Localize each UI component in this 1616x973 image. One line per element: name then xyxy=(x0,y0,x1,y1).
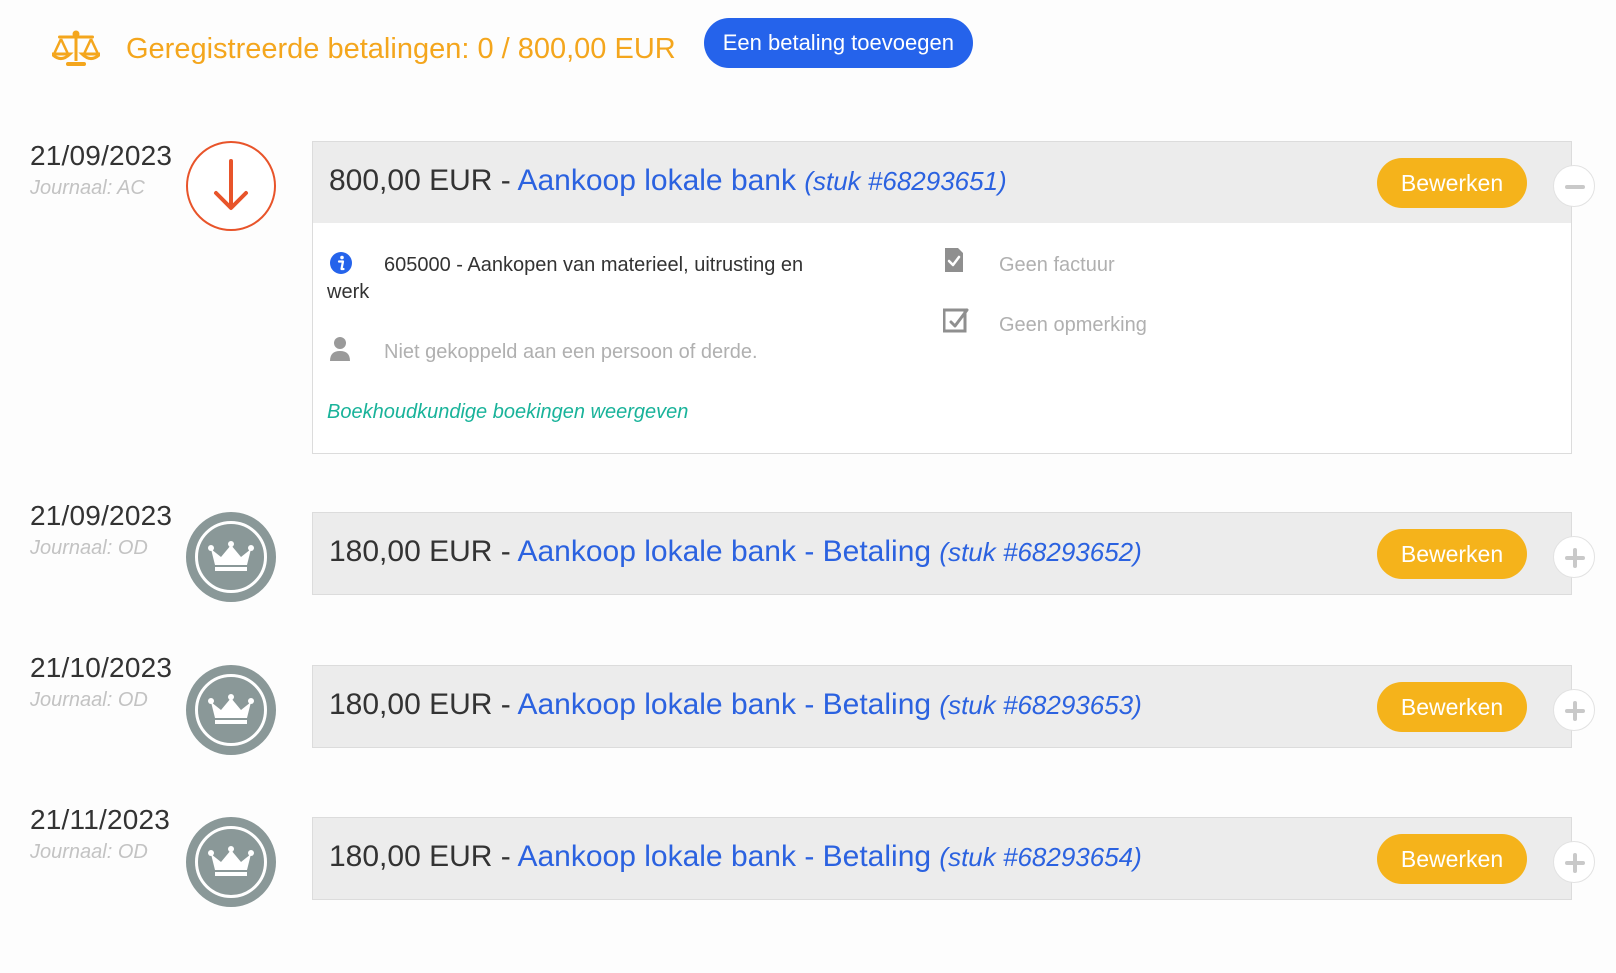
account-label: 605000 - Aankopen van materieel, uitrust… xyxy=(384,254,804,276)
crown-icon xyxy=(208,694,254,724)
entry-reference: (stuk #68293651) xyxy=(804,166,1007,196)
entry-title-link[interactable]: Aankoop lokale bank - Betaling xyxy=(517,535,931,568)
entry-date: 21/11/2023 xyxy=(30,804,171,835)
edit-note-icon xyxy=(943,308,969,333)
entry-type-badge xyxy=(186,817,276,907)
entry-reference: (stuk #68293654) xyxy=(939,842,1142,872)
entry-journal: Journaal: OD xyxy=(30,841,148,863)
minus-icon xyxy=(1565,185,1585,189)
plus-icon xyxy=(1565,701,1585,721)
invoice-status: Geen factuur xyxy=(999,254,1115,276)
entry-title-line: 800,00 EUR - Aankoop lokale bank (stuk #… xyxy=(329,164,1007,197)
entry-title-line: 180,00 EUR - Aankoop lokale bank - Betal… xyxy=(329,688,1142,721)
plus-icon xyxy=(1565,853,1585,873)
scale-icon xyxy=(52,30,100,66)
entry-date: 21/09/2023 xyxy=(30,140,173,171)
expand-toggle[interactable] xyxy=(1553,841,1595,883)
entry-card[interactable]: 180,00 EUR - Aankoop lokale bank - Betal… xyxy=(312,817,1595,900)
entry-title-link[interactable]: Aankoop lokale bank - Betaling xyxy=(517,840,931,873)
entry-journal: Journaal: AC xyxy=(30,177,145,199)
entry-amount: 180,00 EUR xyxy=(329,688,493,721)
payments-header: Geregistreerde betalingen: 0 / 800,00 EU… xyxy=(52,18,973,80)
expand-toggle[interactable] xyxy=(1553,536,1595,578)
edit-button[interactable]: Bewerken xyxy=(1377,158,1527,208)
entry-amount: 180,00 EUR xyxy=(329,840,493,873)
edit-button[interactable]: Bewerken xyxy=(1377,529,1527,579)
entry-card[interactable]: 800,00 EUR - Aankoop lokale bank (stuk #… xyxy=(312,141,1595,224)
entry-amount: 180,00 EUR xyxy=(329,535,493,568)
person-status: Niet gekoppeld aan een persoon of derde. xyxy=(384,341,758,363)
entry-title-link[interactable]: Aankoop lokale bank - Betaling xyxy=(517,688,931,721)
entry-reference: (stuk #68293652) xyxy=(939,537,1142,567)
arrow-down-icon xyxy=(214,159,248,210)
collapse-toggle[interactable] xyxy=(1553,165,1595,207)
person-icon xyxy=(330,337,350,361)
expand-toggle[interactable] xyxy=(1553,689,1595,731)
crown-icon xyxy=(208,846,254,876)
entry-journal: Journaal: OD xyxy=(30,689,148,711)
edit-button[interactable]: Bewerken xyxy=(1377,834,1527,884)
add-payment-button[interactable]: Een betaling toevoegen xyxy=(703,18,973,68)
entry-journal: Journaal: OD xyxy=(30,537,148,559)
entry-type-badge xyxy=(186,665,276,755)
invoice-check-icon xyxy=(945,248,963,272)
show-accounting-entries-link[interactable]: Boekhoudkundige boekingen weergeven xyxy=(327,401,688,424)
entry-type-badge xyxy=(186,141,276,231)
entry-title-line: 180,00 EUR - Aankoop lokale bank - Betal… xyxy=(329,535,1142,568)
entry-title-line: 180,00 EUR - Aankoop lokale bank - Betal… xyxy=(329,840,1142,873)
remark-status: Geen opmerking xyxy=(999,314,1147,336)
entry-reference: (stuk #68293653) xyxy=(939,690,1142,720)
payments-summary: Geregistreerde betalingen: 0 / 800,00 EU… xyxy=(126,32,676,65)
entry-card[interactable]: 180,00 EUR - Aankoop lokale bank - Betal… xyxy=(312,665,1595,748)
entry-date: 21/09/2023 xyxy=(30,500,173,531)
info-icon xyxy=(330,252,352,274)
entry-amount: 800,00 EUR xyxy=(329,164,493,197)
plus-icon xyxy=(1565,548,1585,568)
entry-title-link[interactable]: Aankoop lokale bank xyxy=(517,164,796,197)
edit-button[interactable]: Bewerken xyxy=(1377,682,1527,732)
entry-date: 21/10/2023 xyxy=(30,652,173,683)
crown-icon xyxy=(208,541,254,571)
entry-type-badge xyxy=(186,512,276,602)
entry-details-panel: 605000 - Aankopen van materieel, uitrust… xyxy=(312,223,1572,454)
entry-card[interactable]: 180,00 EUR - Aankoop lokale bank - Betal… xyxy=(312,512,1595,595)
account-label-continued: werk xyxy=(327,281,370,303)
